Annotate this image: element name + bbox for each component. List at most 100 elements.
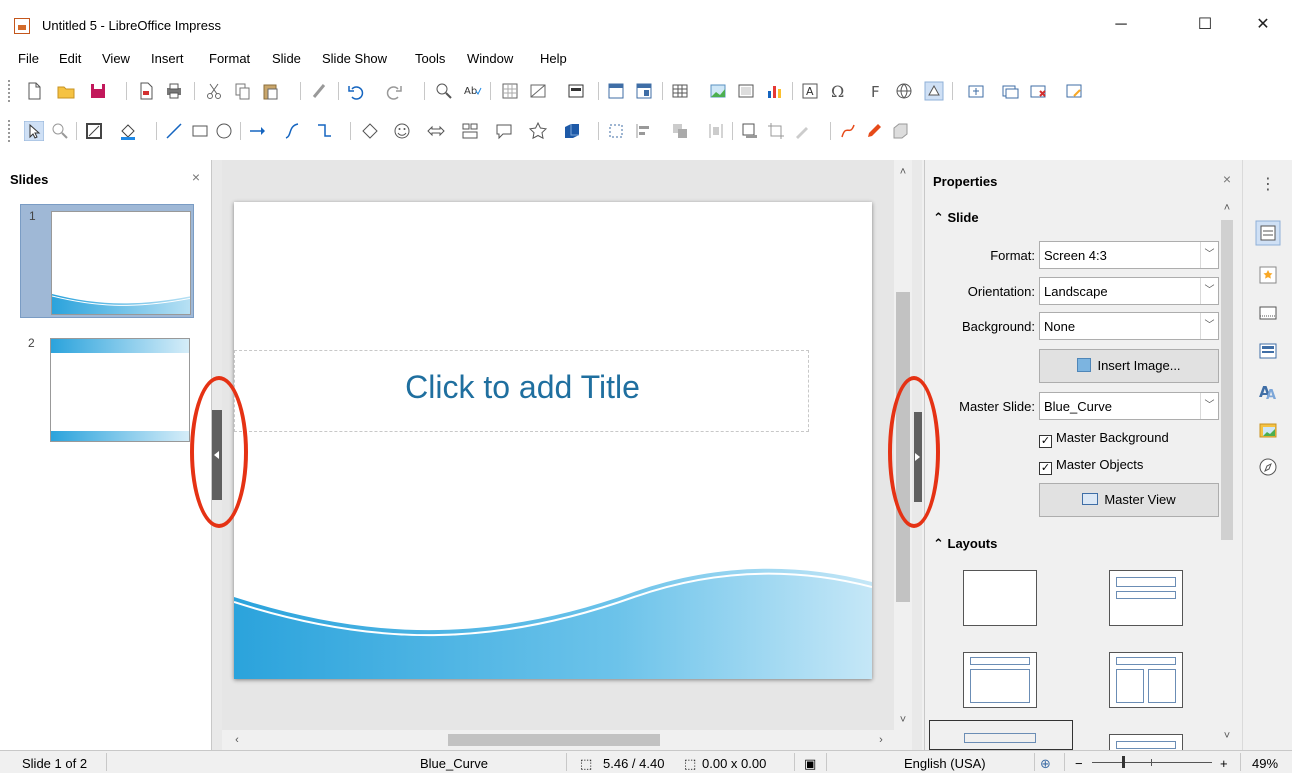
points-icon[interactable] [838,121,858,141]
cut-icon[interactable] [204,81,224,101]
shadow-icon[interactable] [740,121,760,141]
fontwork-icon[interactable]: F [866,81,886,101]
helplines-icon[interactable] [528,81,548,101]
styles-icon[interactable]: AA [1257,380,1279,402]
maximize-button[interactable]: ☐ [1190,14,1220,36]
fit-slide-icon[interactable]: ⊕ [1040,756,1051,772]
scroll-left-icon[interactable]: ‹ [228,732,246,748]
menu-insert[interactable]: Insert [151,51,184,66]
menu-slide[interactable]: Slide [272,51,301,66]
master-objects-checkbox[interactable]: ✓ Master Objects [1039,457,1143,475]
menu-help[interactable]: Help [540,51,567,66]
insert-media-icon[interactable] [736,81,756,101]
zoom-out-icon[interactable]: − [1075,756,1083,771]
close-button[interactable]: ✕ [1248,14,1278,36]
spelling-icon[interactable]: Ab [462,81,482,101]
animation-icon[interactable] [1257,302,1279,324]
sidebar-settings-icon[interactable]: ⋮ [1257,174,1279,196]
arrange-icon[interactable] [670,121,690,141]
open-folder-icon[interactable] [56,81,76,101]
transformations-icon[interactable] [606,121,626,141]
special-character-icon[interactable]: Ω [828,81,848,101]
layout-blank[interactable] [963,570,1037,626]
insert-chart-icon[interactable] [764,81,784,101]
minimize-button[interactable]: ─ [1106,14,1136,36]
insert-table-icon[interactable] [670,81,690,101]
slide-canvas[interactable]: Click to add Title [234,202,872,679]
slide-section-header[interactable]: ⌃ Slide [933,210,979,226]
copy-icon[interactable] [232,81,252,101]
zoom-in-icon[interactable]: + [1220,756,1228,771]
layout-selected[interactable] [929,720,1073,750]
menu-file[interactable]: File [18,51,39,66]
scroll-thumb[interactable] [1221,220,1233,540]
delete-slide-icon[interactable] [1028,81,1048,101]
curves-polygons-icon[interactable] [282,121,302,141]
toggle-extrusion-icon[interactable] [890,121,910,141]
master-view-button[interactable]: Master View [1039,483,1219,517]
menu-tools[interactable]: Tools [415,51,445,66]
rectangle-icon[interactable] [190,121,210,141]
slide-horizontal-scrollbar[interactable]: ‹ › [222,730,912,750]
scroll-down-icon[interactable]: ˅ [1219,728,1235,744]
layouts-section-header[interactable]: ⌃ Layouts [933,536,997,552]
background-dropdown[interactable]: None ﹀ [1039,312,1219,340]
find-replace-icon[interactable] [434,81,454,101]
display-views-icon[interactable] [566,81,586,101]
properties-tab-icon[interactable] [1255,220,1281,246]
properties-scrollbar[interactable]: ˄ ˅ [1219,200,1235,750]
save-icon[interactable] [88,81,108,101]
master-background-checkbox[interactable]: ✓ Master Background [1039,430,1169,448]
slide-transition-icon[interactable] [1257,264,1279,286]
insert-text-box-icon[interactable]: A [800,81,820,101]
gallery-icon[interactable] [1257,418,1279,440]
clone-formatting-icon[interactable] [310,81,330,101]
fill-color-icon[interactable] [118,121,138,141]
properties-close-button[interactable]: × [1218,170,1236,188]
stars-banners-icon[interactable] [528,121,548,141]
flowchart-icon[interactable] [460,121,480,141]
language-status[interactable]: English (USA) [904,756,986,771]
layout-title-two-content[interactable] [1109,652,1183,708]
connectors-icon[interactable] [314,121,334,141]
paste-icon[interactable] [260,81,280,101]
navigator-icon[interactable] [1257,456,1279,478]
zoom-level[interactable]: 49% [1252,756,1278,771]
zoom-slider-handle[interactable] [1122,756,1125,768]
filter-icon[interactable] [792,121,812,141]
menu-slide-show[interactable]: Slide Show [322,51,387,66]
orientation-dropdown[interactable]: Landscape ﹀ [1039,277,1219,305]
distribute-icon[interactable] [706,121,726,141]
master-slides-icon[interactable] [1257,340,1279,362]
scroll-thumb[interactable] [448,734,660,746]
document-modified-icon[interactable]: ▣ [804,756,816,772]
slide-thumbnail-2[interactable]: 2 [20,332,194,446]
undo-icon[interactable] [346,81,366,101]
insert-image-icon[interactable] [708,81,728,101]
block-arrows-icon[interactable] [426,121,446,141]
callout-shapes-icon[interactable] [494,121,514,141]
scroll-up-icon[interactable]: ˄ [1219,200,1235,216]
new-document-icon[interactable] [24,81,44,101]
scroll-down-icon[interactable]: ˅ [894,712,912,728]
scroll-right-icon[interactable]: › [872,732,890,748]
slide-layout-icon[interactable] [1064,81,1084,101]
layout-more[interactable] [1109,734,1183,750]
new-slide-icon[interactable] [966,81,986,101]
start-from-current-slide-icon[interactable] [634,81,654,101]
print-icon[interactable] [164,81,184,101]
title-placeholder[interactable]: Click to add Title [234,350,809,432]
menu-format[interactable]: Format [209,51,250,66]
master-slide-status[interactable]: Blue_Curve [420,756,488,771]
master-slide-dropdown[interactable]: Blue_Curve ﹀ [1039,392,1219,420]
basic-shapes-icon[interactable] [360,121,380,141]
menu-edit[interactable]: Edit [59,51,81,66]
slides-pane-close-button[interactable]: × [187,168,205,186]
zoom-pan-icon[interactable] [50,121,70,141]
symbol-shapes-icon[interactable] [392,121,412,141]
hyperlink-icon[interactable] [894,81,914,101]
layout-title-content[interactable] [1109,570,1183,626]
3d-objects-icon[interactable] [562,121,582,141]
scroll-up-icon[interactable]: ˄ [894,164,912,180]
insert-image-button[interactable]: Insert Image... [1039,349,1219,383]
